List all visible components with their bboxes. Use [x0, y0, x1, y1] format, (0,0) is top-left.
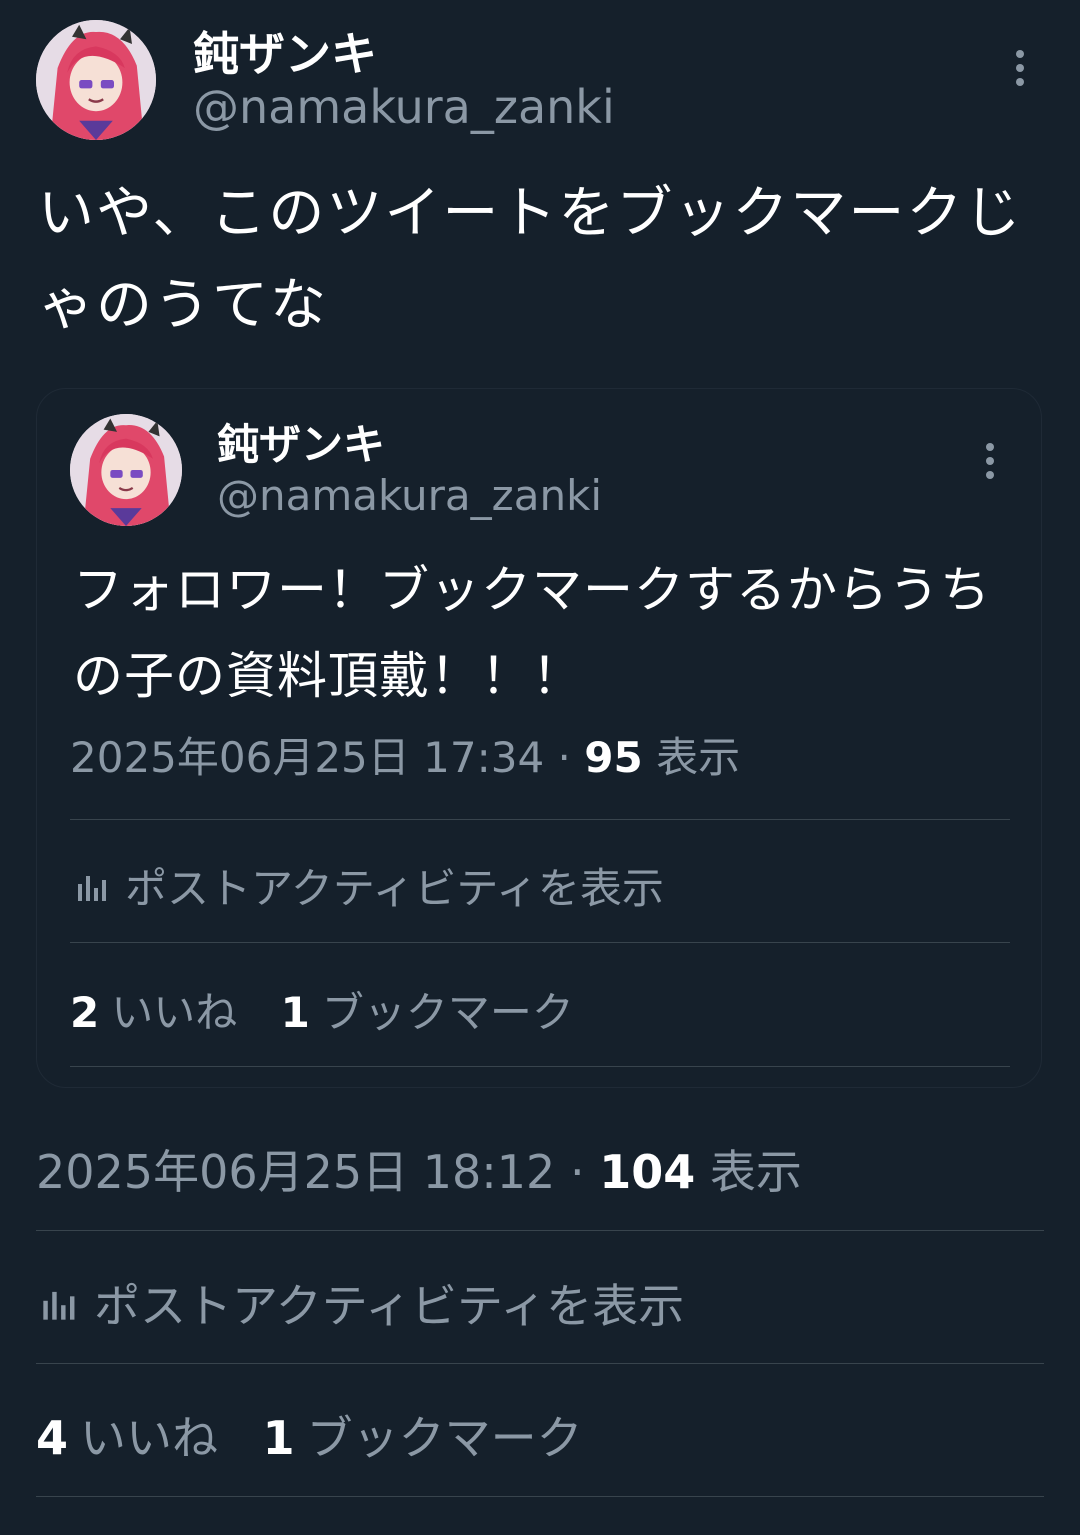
quoted-likes-stat[interactable]: 2 いいね [70, 988, 237, 1037]
divider [36, 1363, 1044, 1364]
tweet-views-label: 表示 [709, 1145, 802, 1199]
bookmarks-count: 1 [262, 1411, 295, 1465]
quoted-timestamp[interactable]: 2025年06月25日 17:34 [70, 733, 544, 782]
quoted-views-label: 表示 [656, 733, 741, 782]
quoted-author-handle[interactable]: @namakura_zanki [217, 471, 602, 520]
quoted-bookmarks-stat[interactable]: 1 ブックマーク [281, 988, 574, 1037]
divider [36, 1496, 1044, 1497]
quoted-likes-count: 2 [70, 988, 100, 1037]
divider [70, 1066, 1010, 1067]
bookmarks-label: ブックマーク [306, 1411, 583, 1465]
post-activity-label: ポストアクティビティを表示 [94, 1279, 685, 1333]
tweet-meta: 2025年06月25日 18:12 · 104 表示 [36, 1136, 802, 1202]
meta-separator: · [557, 733, 571, 782]
analytics-icon [78, 875, 106, 901]
divider [36, 1230, 1044, 1231]
quoted-bookmarks-count: 1 [280, 988, 310, 1037]
meta-separator: · [569, 1145, 585, 1199]
post-activity-link[interactable]: ポストアクティビティを表示 [40, 1270, 684, 1336]
quoted-post-activity-label: ポストアクティビティを表示 [125, 864, 664, 913]
quoted-likes-label: いいね [111, 988, 238, 1037]
quoted-author-avatar[interactable] [70, 414, 182, 526]
tweet-detail: 鈍ザンキ @namakura_zanki いや、このツイートをブックマークじゃの… [0, 0, 1080, 1535]
quoted-more-options-icon[interactable] [980, 443, 1000, 479]
quoted-bookmarks-label: ブックマーク [321, 988, 574, 1037]
likes-count: 4 [36, 1411, 69, 1465]
likes-stat[interactable]: 4 いいね [36, 1411, 218, 1465]
bookmarks-stat[interactable]: 1 ブックマーク [263, 1411, 583, 1465]
tweet-text: いや、このツイートをブックマークじゃのうてな [38, 181, 1023, 338]
quoted-post-activity-link[interactable]: ポストアクティビティを表示 [75, 855, 664, 916]
more-options-icon[interactable] [1010, 50, 1030, 86]
author-handle[interactable]: @namakura_zanki [193, 80, 615, 134]
quoted-views-count: 95 [584, 733, 643, 782]
likes-label: いいね [80, 1411, 219, 1465]
divider [70, 819, 1010, 820]
divider [70, 942, 1010, 943]
quoted-tweet-text: フォロワー！ブックマークするからうちの子の資料頂戴！！！ [73, 561, 991, 705]
quoted-engagement-stats: 2 いいね 1 ブックマーク [70, 979, 604, 1040]
tweet-timestamp[interactable]: 2025年06月25日 18:12 [36, 1145, 555, 1199]
tweet-views-count: 104 [599, 1145, 696, 1199]
analytics-icon [43, 1291, 75, 1320]
author-avatar[interactable] [36, 20, 156, 140]
quoted-tweet-meta: 2025年06月25日 17:34 · 95 表示 [70, 724, 740, 785]
quoted-tweet-card[interactable]: 鈍ザンキ @namakura_zanki フォロワー！ブックマークするからうちの… [36, 388, 1042, 1088]
quoted-author-display-name[interactable]: 鈍ザンキ [217, 411, 385, 472]
author-display-name[interactable]: 鈍ザンキ [193, 18, 377, 84]
engagement-stats: 4 いいね 1 ブックマーク [36, 1402, 613, 1468]
